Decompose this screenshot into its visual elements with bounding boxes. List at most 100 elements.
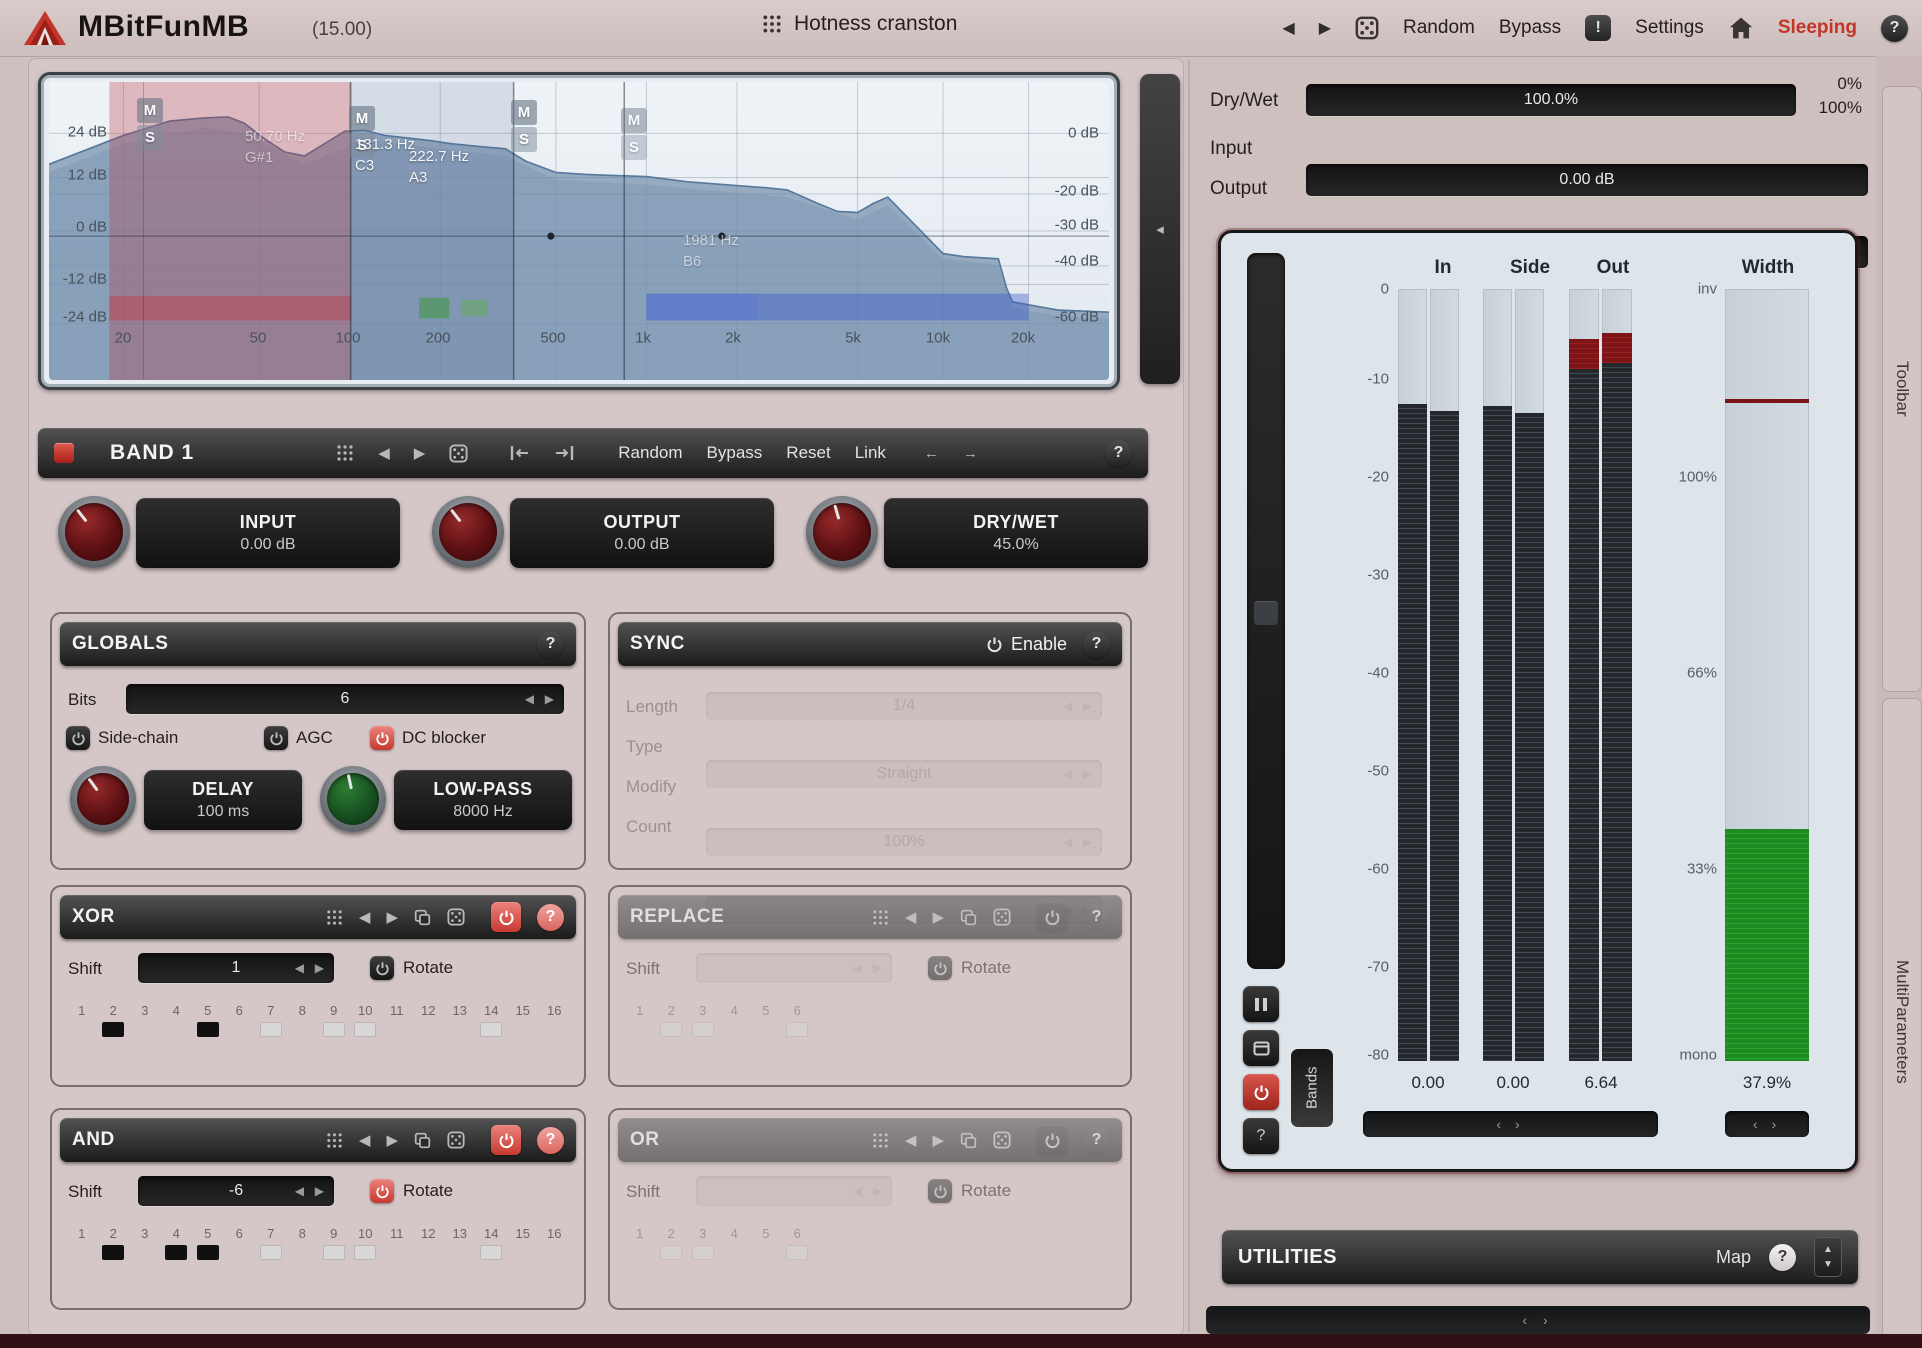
op-prev-button[interactable]: ◀ (359, 1131, 371, 1149)
or-shift-slider[interactable]: ◀ ▶ (696, 1176, 892, 1206)
meter-pause-button[interactable] (1243, 986, 1279, 1022)
shift-decrease-icon[interactable]: ◀ (853, 961, 862, 975)
bit-cell[interactable] (386, 1245, 408, 1260)
band-reset-button[interactable]: Reset (786, 443, 830, 463)
utilities-spinner[interactable]: ▲▼ (1814, 1237, 1842, 1277)
replace-help-button[interactable]: ? (1083, 904, 1110, 931)
increase-icon[interactable]: ▶ (1083, 699, 1092, 713)
mid-button[interactable]: M (511, 100, 537, 125)
bit-cell[interactable] (102, 1022, 124, 1037)
delay-value-box[interactable]: DELAY 100 ms (144, 770, 302, 830)
op-random-icon[interactable] (993, 1131, 1011, 1149)
bit-cell[interactable] (786, 1022, 808, 1037)
shift-decrease-icon[interactable]: ◀ (295, 961, 304, 975)
band-redo-button[interactable]: → (963, 445, 978, 462)
band-link-button[interactable]: Link (855, 443, 886, 463)
or-help-button[interactable]: ? (1083, 1127, 1110, 1154)
lowpass-knob[interactable] (320, 766, 386, 832)
op-next-button[interactable]: ▶ (386, 908, 398, 926)
bit-cell[interactable] (260, 1022, 282, 1037)
map-button[interactable]: Map (1716, 1247, 1751, 1268)
shift-decrease-icon[interactable]: ◀ (853, 1184, 862, 1198)
bit-cell[interactable] (449, 1245, 471, 1260)
op-presets-button[interactable] (872, 1132, 889, 1149)
meter-zoom-slider[interactable] (1247, 253, 1285, 969)
power-icon[interactable] (370, 1179, 394, 1203)
decrease-icon[interactable]: ◀ (1063, 835, 1072, 849)
and-rotate-toggle[interactable]: Rotate (370, 1179, 453, 1203)
xor-help-button[interactable]: ? (537, 904, 564, 931)
power-icon[interactable] (928, 1179, 952, 1203)
bit-cell[interactable] (71, 1245, 93, 1260)
width-range-scrollbar[interactable]: ‹ › (1725, 1111, 1809, 1137)
master-input-slider[interactable]: 0.00 dB (1306, 164, 1868, 196)
meter-help-button[interactable]: ? (1243, 1118, 1279, 1154)
op-prev-button[interactable]: ◀ (359, 908, 371, 926)
side-button[interactable]: S (137, 125, 163, 150)
bit-cell[interactable] (786, 1245, 808, 1260)
meter-range-scrollbar[interactable]: ‹ › (1363, 1111, 1658, 1137)
op-next-button[interactable]: ▶ (932, 1131, 944, 1149)
bypass-button[interactable]: Bypass (1499, 17, 1561, 39)
agc-toggle[interactable]: AGC (264, 726, 333, 750)
and-power-button[interactable] (491, 1125, 521, 1155)
randomize-button[interactable]: Random (1403, 17, 1475, 39)
bit-cell[interactable] (629, 1245, 651, 1260)
spinner-down-icon[interactable]: ▼ (1823, 1259, 1833, 1270)
bit-cell[interactable] (291, 1245, 313, 1260)
bits-slider[interactable]: 6 ◀ ▶ (126, 684, 564, 714)
analyzer-plot[interactable]: 20501002005001k2k5k10k20k24 dB12 dB0 dB-… (49, 82, 1109, 380)
bit-cell[interactable] (323, 1245, 345, 1260)
side-button[interactable]: S (511, 127, 537, 152)
shift-increase-icon[interactable]: ▶ (873, 961, 882, 975)
or-rotate-toggle[interactable]: Rotate (928, 1179, 1011, 1203)
globals-help-button[interactable]: ? (537, 631, 564, 658)
and-shift-slider[interactable]: -6 ◀ ▶ (138, 1176, 334, 1206)
bits-increase-icon[interactable]: ▶ (545, 692, 554, 706)
multiparameters-tab[interactable]: MultiParameters (1882, 698, 1922, 1346)
delay-knob[interactable] (70, 766, 136, 832)
bit-cell[interactable] (480, 1022, 502, 1037)
bit-cell[interactable] (692, 1022, 714, 1037)
bit-cell[interactable] (512, 1022, 534, 1037)
bits-decrease-icon[interactable]: ◀ (525, 692, 534, 706)
bit-cell[interactable] (723, 1022, 745, 1037)
preset-selector[interactable]: Hotness cranston (762, 12, 957, 36)
op-random-icon[interactable] (447, 908, 465, 926)
meter-power-button[interactable] (1243, 1074, 1279, 1110)
band-next-button[interactable]: ▶ (414, 444, 426, 462)
band-bypass-button[interactable]: Bypass (707, 443, 763, 463)
bit-cell[interactable] (228, 1022, 250, 1037)
bit-cell[interactable] (354, 1245, 376, 1260)
sync-row-slider[interactable]: Straight◀▶ (706, 760, 1102, 788)
band-prev-button[interactable]: ◀ (378, 444, 390, 462)
bit-cell[interactable] (197, 1245, 219, 1260)
decrease-icon[interactable]: ◀ (1063, 767, 1072, 781)
mid-button[interactable]: M (621, 108, 647, 133)
bit-cell[interactable] (134, 1022, 156, 1037)
paste-from-band-icon[interactable] (554, 444, 574, 462)
input-knob[interactable] (58, 496, 130, 568)
lowpass-value-box[interactable]: LOW-PASS 8000 Hz (394, 770, 572, 830)
power-icon[interactable] (264, 726, 288, 750)
utilities-help-button[interactable]: ? (1769, 1244, 1796, 1271)
xor-shift-slider[interactable]: 1 ◀ ▶ (138, 953, 334, 983)
master-drywet-slider[interactable]: 100.0% (1306, 84, 1796, 116)
band-color-swatch[interactable] (54, 443, 74, 463)
xor-rotate-toggle[interactable]: Rotate (370, 956, 453, 980)
spinner-up-icon[interactable]: ▲ (1823, 1244, 1833, 1255)
dc-blocker-toggle[interactable]: DC blocker (370, 726, 486, 750)
analyzer-settings-collapse-button[interactable]: ◂ (1140, 74, 1180, 384)
band-random-button[interactable]: Random (618, 443, 682, 463)
settings-button[interactable]: Settings (1635, 17, 1704, 39)
op-presets-button[interactable] (326, 1132, 343, 1149)
increase-icon[interactable]: ▶ (1083, 767, 1092, 781)
shift-decrease-icon[interactable]: ◀ (295, 1184, 304, 1198)
bit-cell[interactable] (228, 1245, 250, 1260)
preset-next-button[interactable]: ▶ (1319, 18, 1331, 38)
bit-cell[interactable] (755, 1022, 777, 1037)
bit-cell[interactable] (512, 1245, 534, 1260)
bit-cell[interactable] (291, 1022, 313, 1037)
op-presets-button[interactable] (872, 909, 889, 926)
shift-increase-icon[interactable]: ▶ (315, 961, 324, 975)
